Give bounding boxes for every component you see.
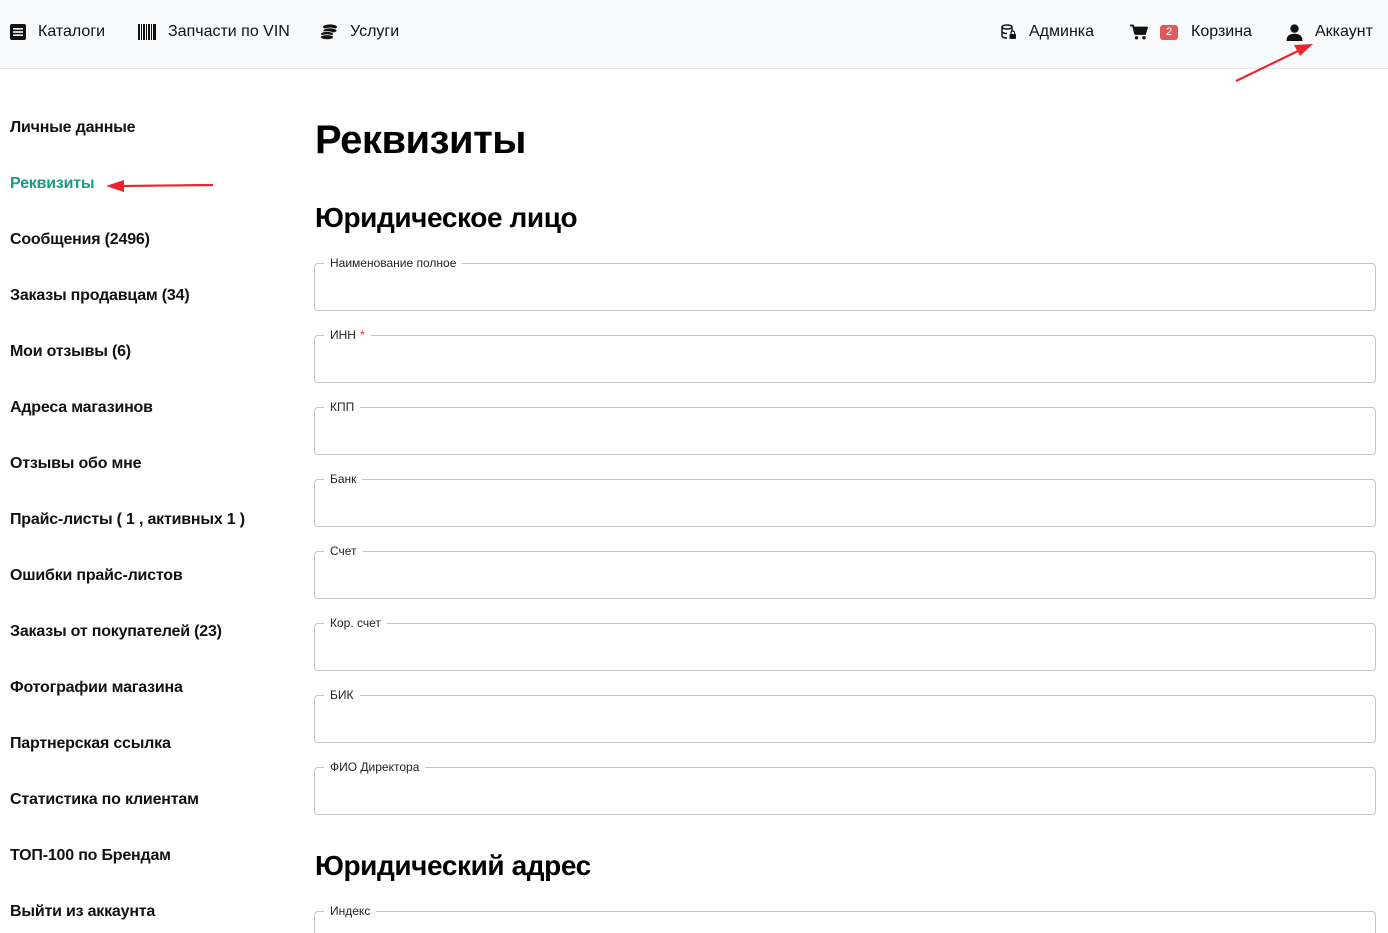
nav-cart[interactable]: 2 Корзина — [1130, 0, 1252, 64]
arrow-to-requisites — [106, 180, 214, 192]
section-title-legal-entity: Юридическое лицо — [315, 202, 578, 233]
section-title-legal-address: Юридический адрес — [315, 850, 591, 881]
inn-field: ИНН * — [314, 327, 1376, 383]
kpp-field: КПП — [314, 399, 1376, 455]
nav-catalogs[interactable]: Каталоги — [10, 0, 105, 64]
account-number-field: Счет — [314, 543, 1376, 599]
cart-count-badge: 2 — [1160, 24, 1178, 40]
page-title: Реквизиты — [315, 118, 526, 162]
nav-services-label: Услуги — [350, 23, 400, 40]
corr-account-field: Кор. счет — [314, 615, 1376, 671]
coins-icon — [320, 24, 338, 40]
sidebar-item-my-reviews[interactable]: Мои отзывы (6) — [10, 343, 131, 361]
bank-label: Банк — [324, 471, 363, 487]
top-navbar: Каталоги Запчасти по VIN Услуги Админка … — [0, 0, 1388, 69]
cart-icon — [1130, 24, 1148, 40]
nav-catalogs-label: Каталоги — [38, 23, 106, 40]
sidebar-item-customer-orders[interactable]: Заказы от покупателей (23) — [10, 623, 222, 641]
nav-vin-label: Запчасти по VIN — [168, 23, 290, 40]
director-name-field: ФИО Директора — [314, 759, 1376, 815]
sidebar-item-messages[interactable]: Сообщения (2496) — [10, 231, 150, 249]
sidebar-item-store-addresses[interactable]: Адреса магазинов — [10, 399, 153, 417]
account-number-label: Счет — [324, 543, 363, 559]
bik-label: БИК — [324, 687, 360, 703]
postal-code-field: Индекс — [314, 903, 1376, 933]
bik-field: БИК — [314, 687, 1376, 743]
nav-account-label: Аккаунт — [1315, 23, 1373, 40]
sidebar-item-seller-orders[interactable]: Заказы продавцам (34) — [10, 287, 190, 305]
sidebar-item-top-brands[interactable]: ТОП-100 по Брендам — [10, 847, 171, 865]
director-name-input[interactable] — [315, 768, 1375, 814]
nav-services[interactable]: Услуги — [320, 0, 399, 64]
sidebar-item-store-photos[interactable]: Фотографии магазина — [10, 679, 183, 697]
bik-input[interactable] — [315, 696, 1375, 742]
sidebar-item-personal-data[interactable]: Личные данные — [10, 119, 136, 137]
full-name-label: Наименование полное — [324, 255, 463, 271]
nav-admin-label: Админка — [1029, 23, 1095, 40]
director-name-label: ФИО Директора — [324, 759, 426, 775]
nav-account[interactable]: Аккаунт — [1286, 0, 1373, 64]
kpp-input[interactable] — [315, 408, 1375, 454]
full-name-input[interactable] — [315, 264, 1375, 310]
kpp-label: КПП — [324, 399, 361, 415]
account-number-input[interactable] — [315, 552, 1375, 598]
corr-account-label: Кор. счет — [324, 615, 387, 631]
postal-code-input[interactable] — [315, 912, 1375, 933]
inn-label: ИНН * — [324, 327, 371, 343]
nav-cart-label: Корзина — [1191, 23, 1252, 40]
sidebar-item-price-list-errors[interactable]: Ошибки прайс-листов — [10, 567, 183, 585]
nav-admin[interactable]: Админка — [1001, 0, 1094, 64]
list-icon — [10, 24, 26, 40]
nav-vin-parts[interactable]: Запчасти по VIN — [138, 0, 290, 64]
sidebar-item-price-lists[interactable]: Прайс-листы ( 1 , активных 1 ) — [10, 511, 245, 529]
bank-input[interactable] — [315, 480, 1375, 526]
sidebar-item-reviews-about-me[interactable]: Отзывы обо мне — [10, 455, 142, 473]
corr-account-input[interactable] — [315, 624, 1375, 670]
postal-code-label: Индекс — [324, 903, 377, 919]
inn-input[interactable] — [315, 336, 1375, 382]
barcode-icon — [138, 24, 156, 40]
database-lock-icon — [1001, 24, 1017, 40]
user-icon — [1286, 23, 1303, 41]
sidebar-item-client-stats[interactable]: Статистика по клиентам — [10, 791, 199, 809]
required-mark: * — [359, 328, 365, 342]
full-name-field: Наименование полное — [314, 255, 1376, 311]
bank-field: Банк — [314, 471, 1376, 527]
sidebar-item-logout[interactable]: Выйти из аккаунта — [10, 903, 155, 921]
sidebar-item-requisites[interactable]: Реквизиты — [10, 175, 95, 193]
sidebar-item-partner-link[interactable]: Партнерская ссылка — [10, 735, 171, 753]
